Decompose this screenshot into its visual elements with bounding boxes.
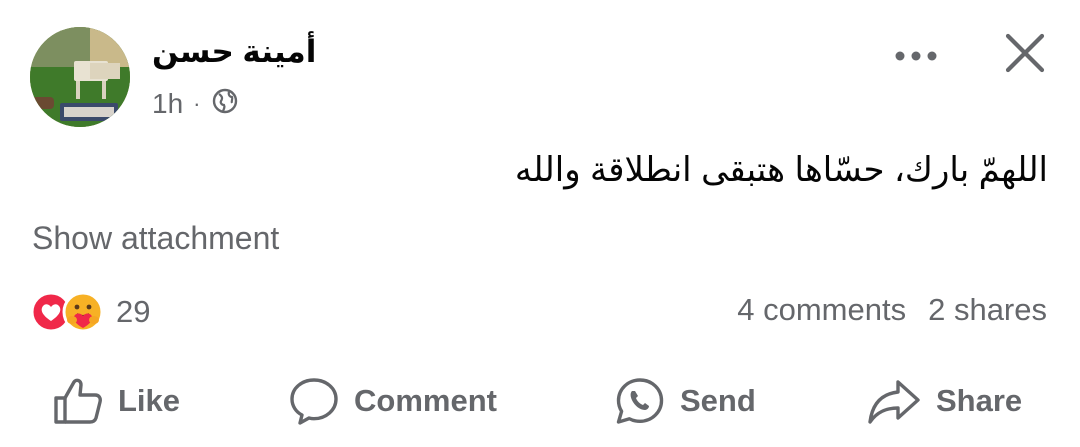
engagement-stats: 4 comments 2 shares — [737, 292, 1047, 328]
close-icon — [1005, 33, 1045, 73]
send-label: Send — [680, 383, 756, 418]
share-button[interactable]: Share — [866, 372, 1022, 430]
avatar-image — [30, 27, 130, 127]
more-icon — [895, 51, 937, 61]
post-text: اللهمّ بارك، حسّاها هتبقى انطلاقة والله — [514, 151, 1048, 189]
share-label: Share — [936, 383, 1023, 418]
reaction-icons — [30, 291, 104, 333]
show-attachment-link[interactable]: Show attachment — [32, 220, 279, 257]
globe-icon[interactable] — [212, 88, 238, 121]
shares-count-link[interactable]: 2 shares — [928, 292, 1047, 327]
reaction-count: 29 — [116, 294, 151, 329]
post-time[interactable]: 1h — [152, 88, 183, 120]
close-button[interactable] — [1000, 28, 1050, 78]
post-meta: 1h · — [152, 86, 238, 122]
send-button[interactable]: Send — [614, 372, 756, 430]
whatsapp-icon — [616, 378, 664, 424]
avatar[interactable] — [30, 27, 130, 127]
comment-button[interactable]: Comment — [288, 372, 497, 430]
thumbs-up-icon — [54, 378, 102, 424]
more-options-button[interactable] — [890, 36, 942, 76]
author-name[interactable]: أمينة حسن — [152, 34, 316, 70]
reaction-summary[interactable]: 29 — [30, 290, 150, 334]
comment-label: Comment — [354, 383, 497, 418]
care-reaction-icon — [62, 291, 104, 333]
like-button[interactable]: Like — [52, 372, 180, 430]
comment-icon — [290, 378, 338, 425]
comments-count-link[interactable]: 4 comments — [737, 292, 906, 327]
share-icon — [868, 380, 920, 424]
like-label: Like — [118, 383, 181, 418]
meta-separator: · — [193, 91, 201, 116]
